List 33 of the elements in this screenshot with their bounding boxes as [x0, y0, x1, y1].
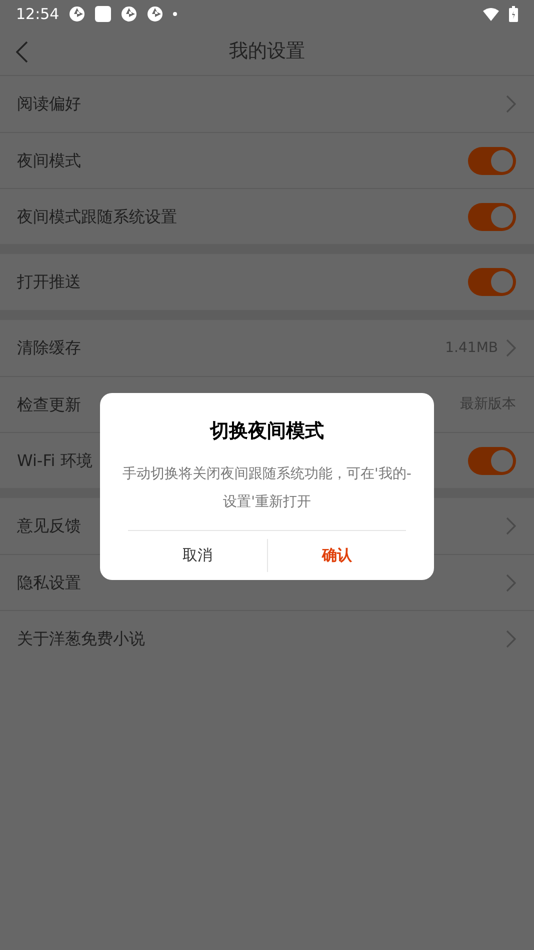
confirm-button[interactable]: 确认 — [266, 538, 406, 572]
setting-label: 打开推送 — [17, 271, 81, 293]
app-notification-icon — [95, 6, 112, 22]
toggle-switch[interactable] — [468, 202, 516, 230]
chevron-right-icon — [506, 630, 516, 648]
setting-label: 阅读偏好 — [17, 93, 81, 115]
dialog-title: 切换夜间模式 — [210, 419, 324, 444]
battery-icon — [509, 6, 518, 22]
chevron-right-icon — [506, 517, 516, 535]
chevron-right-icon — [506, 339, 516, 357]
toggle-switch[interactable] — [468, 268, 516, 296]
page-title: 我的设置 — [229, 39, 305, 64]
setting-label: 隐私设置 — [17, 572, 81, 594]
app-notification-icon — [121, 6, 138, 22]
setting-label: 清除缓存 — [17, 337, 81, 359]
status-time: 12:54 — [16, 4, 60, 25]
wifi-icon — [483, 8, 499, 20]
app-notification-icon — [147, 6, 164, 22]
chevron-right-icon — [506, 574, 516, 592]
chevron-right-icon — [506, 95, 516, 113]
setting-label: 夜间模式 — [17, 150, 81, 172]
setting-label: Wi-Fi 环境 — [17, 450, 92, 472]
more-notifications-icon — [173, 12, 178, 16]
toggle-switch[interactable] — [468, 446, 516, 474]
setting-label: 夜间模式跟随系统设置 — [17, 206, 177, 228]
app-notification-icon — [69, 6, 86, 22]
cancel-button[interactable]: 取消 — [128, 530, 266, 580]
setting-label: 意见反馈 — [17, 515, 81, 537]
setting-label: 关于洋葱免费小说 — [17, 628, 145, 650]
dialog-message: 手动切换将关闭夜间跟随系统功能，可在'我的-设置'重新打开 — [122, 464, 412, 512]
setting-label: 检查更新 — [17, 394, 81, 416]
back-icon[interactable] — [16, 40, 28, 62]
toggle-switch[interactable] — [468, 146, 516, 174]
